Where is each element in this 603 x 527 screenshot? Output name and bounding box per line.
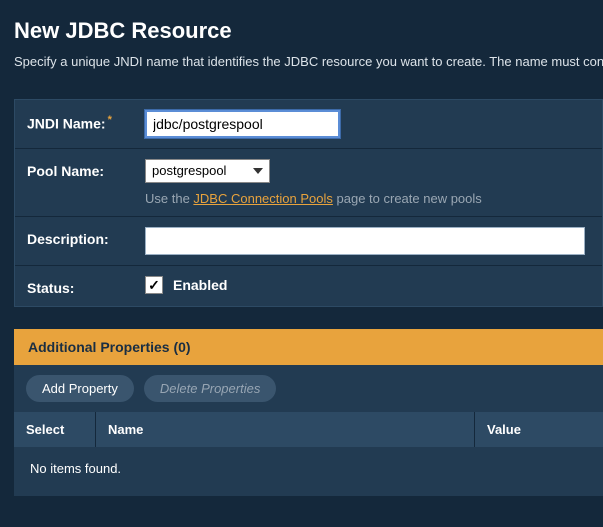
status-enabled-label: Enabled <box>173 277 227 293</box>
status-checkbox[interactable]: ✓ <box>145 276 163 294</box>
jdbc-pools-link[interactable]: JDBC Connection Pools <box>193 191 332 206</box>
table-empty-message: No items found. <box>14 447 603 496</box>
delete-properties-button: Delete Properties <box>144 375 276 402</box>
page-subtitle: Specify a unique JNDI name that identifi… <box>14 54 603 69</box>
jndi-name-input[interactable] <box>145 110 340 138</box>
button-row: Add Property Delete Properties <box>14 365 603 412</box>
table-header: Select Name Value <box>14 412 603 447</box>
page-title: New JDBC Resource <box>14 18 603 44</box>
status-label: Status: <box>27 276 145 296</box>
chevron-down-icon <box>253 168 263 174</box>
jndi-row: JNDI Name:* <box>15 100 602 149</box>
col-name: Name <box>96 412 475 447</box>
check-icon: ✓ <box>148 277 160 294</box>
col-select: Select <box>14 412 96 447</box>
additional-props-header: Additional Properties (0) <box>14 329 603 365</box>
pool-label: Pool Name: <box>27 159 145 179</box>
pool-hint: Use the JDBC Connection Pools page to cr… <box>145 191 590 206</box>
pool-row: Pool Name: postgrespool Use the JDBC Con… <box>15 149 602 217</box>
jndi-label: JNDI Name:* <box>27 110 145 132</box>
description-label: Description: <box>27 227 145 247</box>
required-star-icon: * <box>108 114 112 126</box>
description-input[interactable] <box>145 227 585 255</box>
add-property-button[interactable]: Add Property <box>26 375 134 402</box>
col-value: Value <box>475 412 603 447</box>
form-panel: JNDI Name:* Pool Name: postgrespool Use … <box>14 99 603 307</box>
pool-name-select[interactable]: postgrespool <box>145 159 270 183</box>
description-row: Description: <box>15 217 602 266</box>
pool-selected-value: postgrespool <box>146 160 269 181</box>
status-row: Status: ✓ Enabled <box>15 266 602 306</box>
